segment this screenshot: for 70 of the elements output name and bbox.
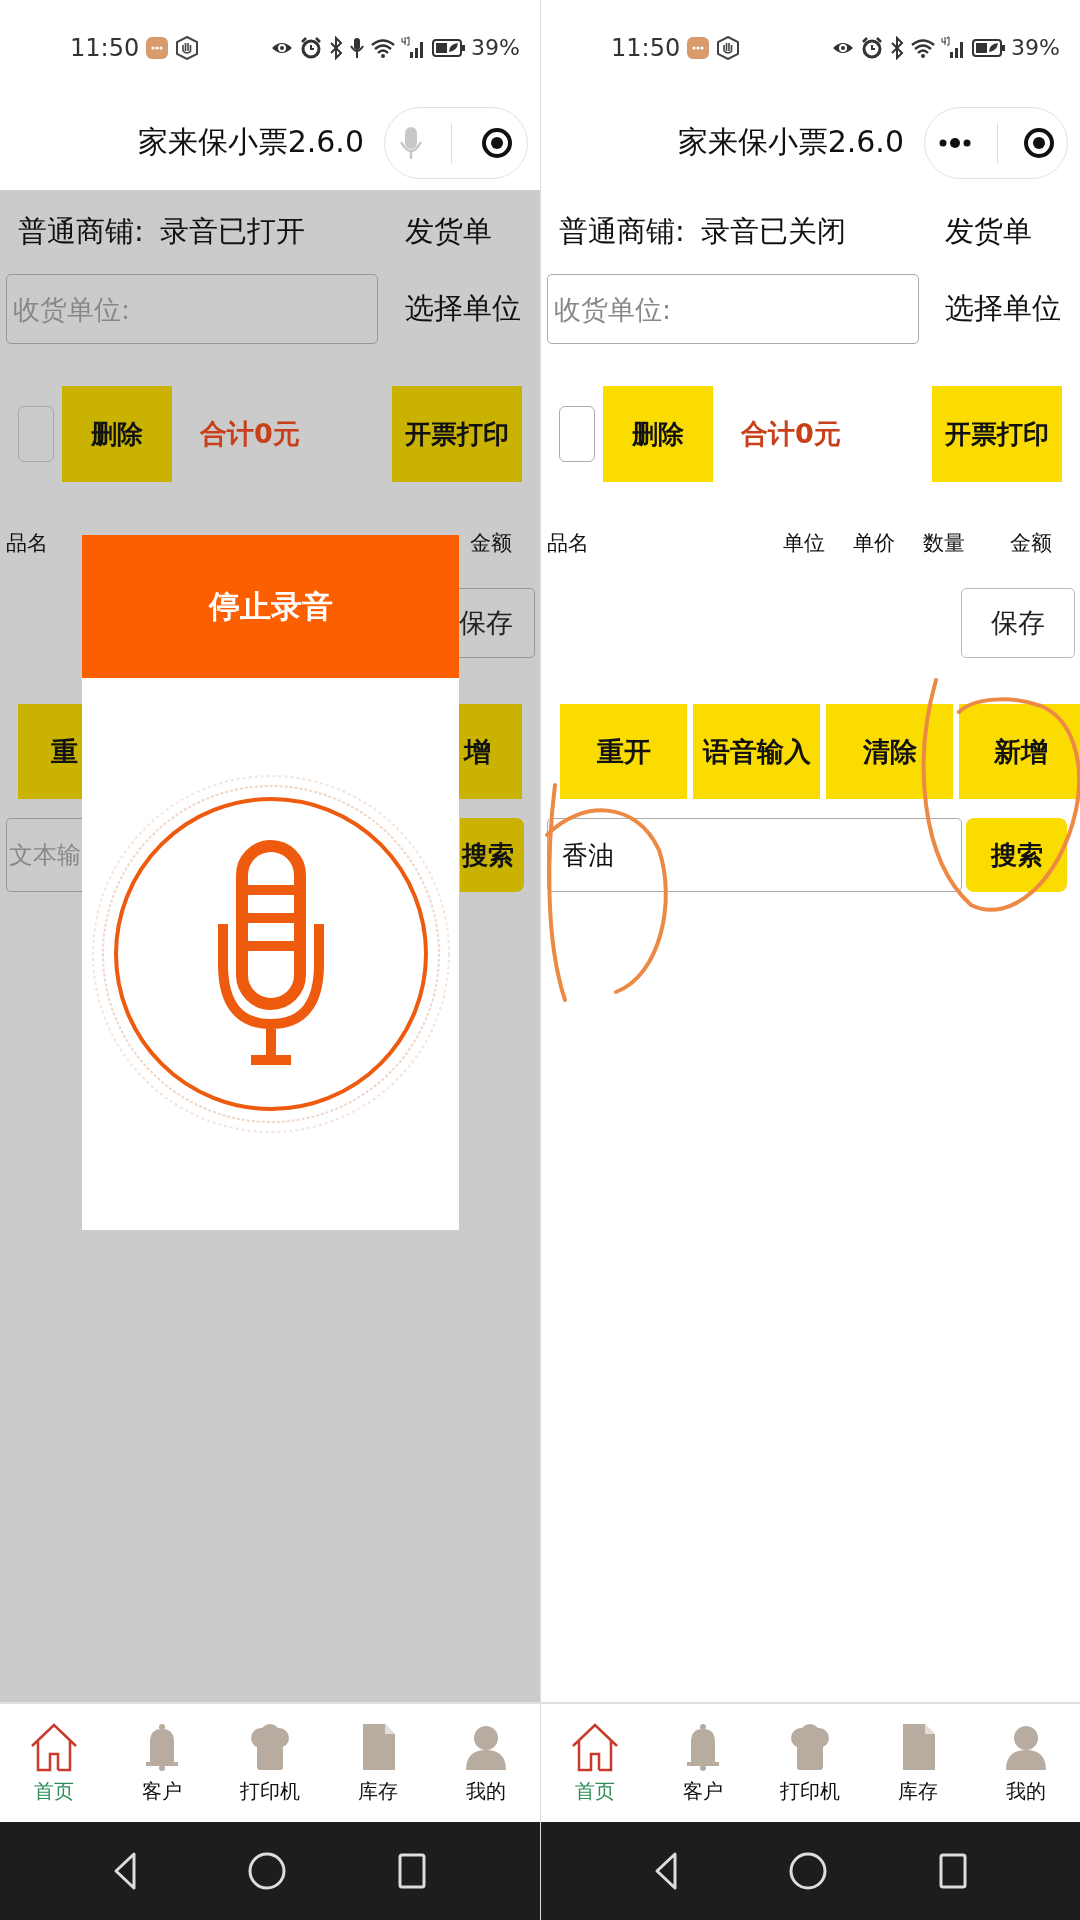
battery-percentage: 39% [1011,35,1060,60]
select-unit-link[interactable]: 选择单位 [945,289,1080,329]
app-title: 家来保小票2.6.0 [677,123,904,161]
search-field[interactable]: 文本输 [6,818,82,892]
document-type-link[interactable]: 发货单 [945,212,1080,252]
clock: 11:50 [611,33,681,62]
print-invoice-button[interactable]: 开票打印 [392,386,522,482]
search-button[interactable]: 搜索 [460,818,524,892]
recording-status: 录音已打开 [159,213,305,250]
home-icon[interactable] [247,1851,287,1891]
column-header: 金额 [1010,531,1052,555]
consignee-field[interactable]: 收货单位: [6,274,378,344]
back-icon[interactable] [113,1851,137,1891]
search-button[interactable]: 搜索 [966,818,1067,892]
shop-label: 普通商铺: [559,213,685,250]
bluetooth-icon [328,35,345,60]
recents-icon[interactable] [937,1851,968,1891]
action-button[interactable]: 重开 [560,704,687,799]
action-button[interactable]: 语音输入 [693,704,820,799]
action-button[interactable]: 增 [458,704,522,799]
column-header: 数量 [923,531,965,555]
chat-notification-icon [145,35,170,60]
battery-percentage: 39% [471,35,520,60]
column-header: 品名 [6,531,48,555]
action-button[interactable]: 新增 [959,704,1080,799]
checkbox[interactable] [18,406,54,462]
tab-item[interactable]: 库存 [864,1704,973,1822]
more-icon[interactable] [937,136,972,149]
tab-item[interactable]: 我的 [432,1704,540,1822]
save-button[interactable]: 保存 [961,588,1075,658]
checkbox[interactable] [559,406,595,462]
action-button[interactable]: 清除 [826,704,953,799]
total-amount: 合计0元 [741,417,841,451]
action-button[interactable]: 重 [18,704,82,799]
tab-item[interactable]: 首页 [541,1704,649,1822]
search-field[interactable]: 香油 [547,818,962,892]
hand-icon [175,35,200,60]
back-icon[interactable] [653,1851,678,1891]
recents-icon[interactable] [397,1851,427,1891]
total-amount: 合计0元 [200,417,300,451]
hand-icon [716,35,741,60]
consignee-field[interactable]: 收货单位: [547,274,919,344]
tab-item[interactable]: 打印机 [756,1704,865,1822]
delete-button[interactable]: 删除 [62,386,172,482]
house-icon[interactable] [29,1721,79,1772]
column-header: 金额 [470,531,512,555]
select-unit-link[interactable]: 选择单位 [405,289,540,329]
print-invoice-button[interactable]: 开票打印 [932,386,1062,482]
tab-item[interactable]: 我的 [972,1704,1080,1822]
chat-notification-icon [686,35,711,60]
bluetooth-icon [889,35,906,60]
tab-item[interactable]: 客户 [108,1704,216,1822]
document-type-link[interactable]: 发货单 [405,212,540,252]
column-header: 单位 [783,531,825,555]
column-header: 单价 [853,531,895,555]
home-icon[interactable] [787,1851,828,1891]
delete-button[interactable]: 删除 [603,386,713,482]
app-title: 家来保小票2.6.0 [137,123,364,161]
microphone-icon [349,35,366,60]
tab-item[interactable]: 库存 [324,1704,432,1822]
recording-status: 录音已关闭 [700,213,846,250]
microphone-icon[interactable] [90,774,451,1134]
target-icon[interactable] [480,126,513,159]
clock: 11:50 [70,33,140,62]
tab-item[interactable]: 打印机 [216,1704,324,1822]
column-header: 品名 [547,531,589,555]
tab-item[interactable]: 首页 [0,1704,108,1822]
target-icon[interactable] [1022,126,1055,159]
shop-label: 普通商铺: [18,213,144,250]
tab-item[interactable]: 客户 [648,1704,757,1822]
